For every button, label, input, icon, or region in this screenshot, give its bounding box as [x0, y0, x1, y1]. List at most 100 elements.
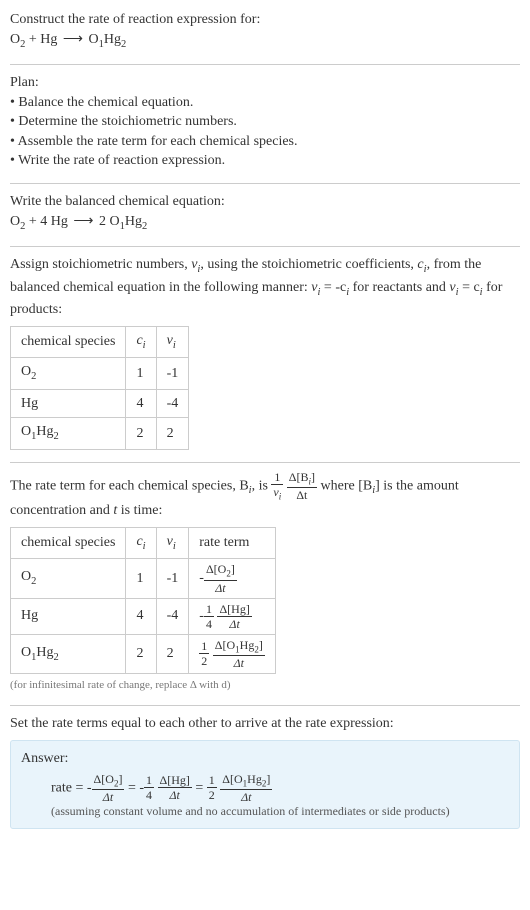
construct-text: Construct the rate of reaction expressio…	[10, 10, 520, 30]
rate: rate = -	[51, 780, 92, 795]
t: , is	[252, 478, 272, 493]
de: ]	[118, 772, 122, 786]
plan-section: Plan: • Balance the chemical equation. •…	[10, 73, 520, 175]
cell: 4	[126, 389, 156, 418]
n: 1	[204, 603, 214, 617]
n: Δ[Hg]	[158, 774, 192, 788]
b-prod-o: 2 O	[95, 214, 119, 229]
rate-table: chemical species ci νi rate term O2 1 -1…	[10, 527, 276, 674]
table-row: O1Hg2 2 2	[11, 418, 189, 449]
table-row: O1Hg2 2 2 12 Δ[O1Hg2]Δt	[11, 634, 276, 673]
final-section: Set the rate terms equal to each other t…	[10, 714, 520, 832]
cell: 12 Δ[O1Hg2]Δt	[189, 634, 276, 673]
hg: + Hg	[25, 32, 61, 47]
t: Assign stoichiometric numbers,	[10, 257, 191, 272]
frac: 12	[207, 774, 217, 801]
db: Δ[B	[289, 470, 309, 484]
t: = -c	[320, 280, 346, 295]
stoich-text: Assign stoichiometric numbers, νi, using…	[10, 255, 520, 320]
plan-item: • Balance the chemical equation.	[10, 93, 520, 113]
den: νi	[271, 485, 283, 501]
prod-o: O	[85, 32, 99, 47]
d: 4	[204, 617, 214, 630]
de: ]	[266, 772, 270, 786]
cell: 2	[156, 634, 189, 673]
table-row: O2 1 -1 -Δ[O2]Δt	[11, 559, 276, 598]
i: i	[143, 541, 146, 552]
de: ]	[231, 562, 235, 576]
dn: Δ[O	[215, 638, 235, 652]
th-rate: rate term	[189, 527, 276, 558]
n: Δ[O1Hg2]	[213, 639, 265, 656]
n: 1	[207, 774, 217, 788]
frac: Δ[O1Hg2]Δt	[220, 773, 272, 803]
prod-hg: Hg	[104, 32, 121, 47]
t: is time:	[117, 503, 162, 518]
table-row: chemical species ci νi rate term	[11, 527, 276, 558]
n: 1	[199, 640, 209, 654]
de: ]	[259, 638, 263, 652]
dn: Δ[O	[94, 772, 114, 786]
table-row: O2 1 -1	[11, 358, 189, 389]
rate-expression: rate = -Δ[O2]Δt = -14 Δ[Hg]Δt = 12 Δ[O1H…	[21, 773, 509, 803]
s: 2	[54, 431, 59, 442]
cell: -Δ[O2]Δt	[189, 559, 276, 598]
plan-item: • Assemble the rate term for each chemic…	[10, 132, 520, 152]
d: 2	[199, 654, 209, 667]
frac: Δ[O2]Δt	[204, 563, 237, 593]
cell: -4	[156, 598, 189, 634]
s: 2	[31, 576, 36, 587]
th-c: ci	[126, 527, 156, 558]
b-sub2: 2	[142, 220, 147, 231]
num: Δ[O2]	[204, 563, 237, 580]
hg: Hg	[240, 638, 255, 652]
s: 2	[31, 371, 36, 382]
frac: 12	[199, 640, 209, 667]
rate-term-text: The rate term for each chemical species,…	[10, 471, 520, 521]
num: Δ[Bi]	[287, 471, 317, 488]
n: Δ[O2]	[92, 773, 125, 790]
cell: O1Hg2	[11, 634, 126, 673]
cell: 1	[126, 559, 156, 598]
plan-item: • Determine the stoichiometric numbers.	[10, 112, 520, 132]
divider	[10, 246, 520, 247]
final-text: Set the rate terms equal to each other t…	[10, 714, 520, 734]
b-hg: + 4 Hg	[25, 214, 71, 229]
o2: O	[10, 32, 20, 47]
b-prod-hg: Hg	[125, 214, 142, 229]
hg: Hg	[36, 424, 53, 439]
note-text: (for infinitesimal rate of change, repla…	[10, 678, 520, 693]
prod-sub2: 2	[121, 38, 126, 49]
b-o2: O	[10, 214, 20, 229]
divider	[10, 705, 520, 706]
n: Δ[Hg]	[217, 603, 251, 617]
answer-note: (assuming constant volume and no accumul…	[21, 803, 509, 820]
t: = c	[459, 280, 480, 295]
dn: Δ[O	[206, 562, 226, 576]
header-section: Construct the rate of reaction expressio…	[10, 10, 520, 56]
rate-term-section: The rate term for each chemical species,…	[10, 471, 520, 698]
n: 1	[144, 774, 154, 788]
frac: Δ[Bi]Δt	[287, 471, 317, 501]
cell: Hg	[11, 389, 126, 418]
th-nu: νi	[156, 527, 189, 558]
dt: Δt	[204, 581, 237, 594]
d: 2	[207, 788, 217, 801]
input-equation: O2 + Hg ⟶ O1Hg2	[10, 30, 520, 52]
dbend: ]	[311, 470, 315, 484]
cell: -14 Δ[Hg]Δt	[189, 598, 276, 634]
dn: Δ[O	[222, 772, 242, 786]
cell: Hg	[11, 598, 126, 634]
i: i	[173, 339, 176, 350]
balanced-section: Write the balanced chemical equation: O2…	[10, 192, 520, 238]
th-species: chemical species	[11, 326, 126, 357]
frac: Δ[Hg]Δt	[217, 603, 251, 630]
n: Δ[O1Hg2]	[220, 773, 272, 790]
d: Δt	[92, 790, 125, 803]
d: Δt	[158, 788, 192, 801]
stoich-table: chemical species ci νi O2 1 -1 Hg 4 -4 O…	[10, 326, 189, 450]
frac: 1νi	[271, 471, 283, 501]
th-c: ci	[126, 326, 156, 357]
d: Δt	[220, 790, 272, 803]
d: Δt	[213, 656, 265, 669]
